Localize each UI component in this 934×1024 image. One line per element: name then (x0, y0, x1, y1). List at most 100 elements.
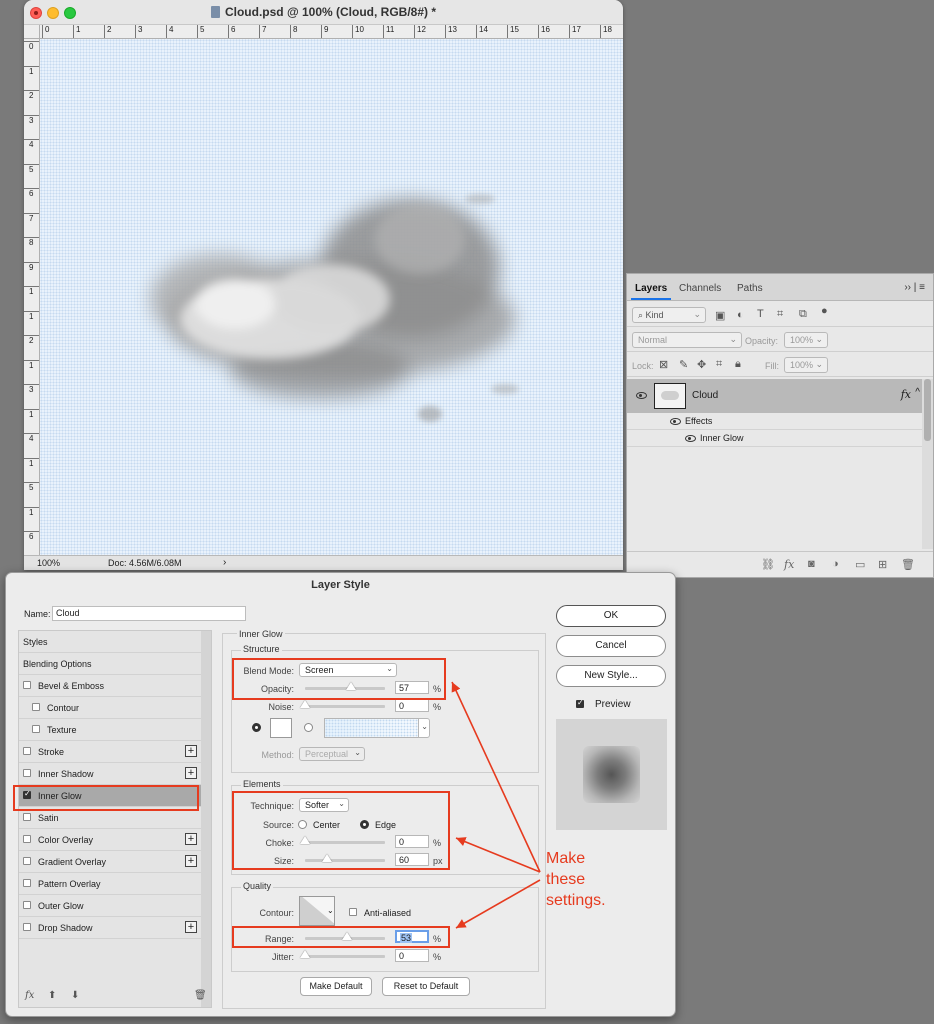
anti-aliased-checkbox[interactable] (349, 908, 357, 916)
drop-shadow-checkbox[interactable] (23, 923, 31, 931)
pixel-filter-icon[interactable]: ▣ (715, 309, 725, 322)
color-overlay-checkbox[interactable] (23, 835, 31, 843)
blending-options-item[interactable]: Blending Options (19, 653, 201, 675)
bevel-emboss-checkbox[interactable] (23, 681, 31, 689)
styles-header[interactable]: Styles (19, 631, 201, 653)
layer-thumbnail[interactable] (654, 383, 686, 409)
mask-icon[interactable]: ◙ (808, 558, 815, 570)
layer-opacity-input[interactable]: 100% ⌄ (784, 332, 828, 348)
shape-filter-icon[interactable]: ⌗ (777, 308, 783, 321)
lock-all-icon[interactable]: 🔒︎ (735, 358, 741, 371)
noise-slider-thumb[interactable] (300, 700, 310, 708)
delete-effect-icon[interactable]: 🗑 (194, 990, 207, 1001)
lock-image-icon[interactable]: ✎ (679, 358, 688, 371)
image-canvas[interactable] (40, 39, 623, 555)
style-item-drop-shadow[interactable]: Drop Shadow + (19, 917, 201, 939)
satin-checkbox[interactable] (23, 813, 31, 821)
gradient-dropdown[interactable]: ⌄ (418, 718, 430, 738)
folder-icon[interactable]: ▭ (855, 558, 865, 571)
layer-row-cloud[interactable]: Cloud fx ^ (627, 379, 923, 413)
contour-checkbox[interactable] (32, 703, 40, 711)
ruler-origin[interactable] (24, 25, 40, 39)
effects-visibility-eye-icon[interactable] (670, 418, 681, 425)
ruler-vertical[interactable]: 0 1 2 3 4 5 6 7 8 9 1 1 2 1 3 1 4 1 5 1 6 (24, 39, 40, 555)
gradient-radio[interactable] (304, 723, 313, 732)
style-item-contour[interactable]: Contour (19, 697, 201, 719)
fx-menu-icon[interactable]: fx (25, 990, 34, 1001)
title-bar[interactable]: Cloud.psd @ 100% (Cloud, RGB/8#) * (24, 0, 623, 25)
move-up-icon[interactable]: ⬆ (48, 990, 56, 1001)
layers-scrollbar[interactable] (922, 379, 933, 549)
layer-blend-mode-select[interactable]: Normal ⌄ (632, 332, 742, 348)
style-item-gradient-overlay[interactable]: Gradient Overlay + (19, 851, 201, 873)
method-select[interactable]: Perceptual ⌄ (299, 747, 365, 761)
adjustment-icon[interactable]: ◑ (832, 558, 839, 570)
style-item-stroke[interactable]: Stroke + (19, 741, 201, 763)
add-gradient-overlay-button[interactable]: + (185, 855, 197, 867)
add-drop-shadow-button[interactable]: + (185, 921, 197, 933)
tab-paths[interactable]: Paths (737, 283, 763, 294)
panel-menu-icon[interactable]: ›› | ≡ (904, 282, 925, 293)
zoom-level[interactable]: 100% (37, 558, 60, 568)
fx-icon[interactable]: fx (784, 558, 794, 571)
jitter-slider[interactable] (300, 950, 385, 958)
inner-glow-effect-row[interactable]: Inner Glow (627, 430, 923, 447)
contour-dropdown-icon[interactable]: ⌄ (327, 906, 334, 915)
kind-filter-select[interactable]: ⌕ Kind ⌄ (632, 307, 706, 323)
add-inner-shadow-button[interactable]: + (185, 767, 197, 779)
noise-slider[interactable] (300, 700, 385, 708)
trash-icon[interactable]: 🗑︎ (901, 558, 915, 571)
collapse-effects-icon[interactable]: ^ (915, 387, 920, 398)
styles-list-scrollbar[interactable] (201, 631, 211, 1007)
cancel-button[interactable]: Cancel (556, 635, 666, 657)
pattern-overlay-checkbox[interactable] (23, 879, 31, 887)
lock-position-icon[interactable]: ✥ (697, 358, 706, 371)
inner-shadow-checkbox[interactable] (23, 769, 31, 777)
stroke-checkbox[interactable] (23, 747, 31, 755)
ruler-horizontal[interactable]: 0 1 2 3 4 5 6 7 8 9 10 11 12 13 14 15 16 17 18 (40, 25, 623, 39)
inner-glow-visibility-eye-icon[interactable] (685, 435, 696, 442)
solid-color-radio[interactable] (252, 723, 261, 732)
smart-object-filter-icon[interactable]: ⧉ (799, 308, 807, 321)
layers-scrollbar-thumb[interactable] (924, 379, 931, 441)
status-menu-arrow[interactable]: › (223, 557, 226, 568)
new-layer-icon[interactable]: ⊞ (878, 558, 887, 571)
tab-layers[interactable]: Layers (635, 283, 667, 294)
style-item-inner-shadow[interactable]: Inner Shadow + (19, 763, 201, 785)
lock-transparent-icon[interactable]: ⊠ (659, 358, 668, 371)
tab-channels[interactable]: Channels (679, 283, 721, 294)
reset-to-default-button[interactable]: Reset to Default (382, 977, 470, 996)
jitter-slider-thumb[interactable] (300, 950, 310, 958)
style-item-pattern-overlay[interactable]: Pattern Overlay (19, 873, 201, 895)
style-item-bevel-emboss[interactable]: Bevel & Emboss (19, 675, 201, 697)
gradient-overlay-checkbox[interactable] (23, 857, 31, 865)
move-down-icon[interactable]: ⬇ (71, 990, 79, 1001)
effects-row[interactable]: Effects (627, 413, 923, 430)
link-icon[interactable]: ⛓ (761, 558, 775, 571)
new-style-button[interactable]: New Style... (556, 665, 666, 687)
jitter-input[interactable]: 0 (395, 949, 429, 962)
type-filter-icon[interactable]: T (757, 308, 764, 320)
outer-glow-checkbox[interactable] (23, 901, 31, 909)
layer-name[interactable]: Cloud (692, 390, 718, 401)
style-name-input[interactable]: Cloud (52, 606, 246, 621)
adjustment-filter-icon[interactable]: ◐ (737, 309, 744, 321)
glow-gradient-picker[interactable] (324, 718, 420, 738)
fx-icon[interactable]: fx (901, 388, 911, 401)
style-item-color-overlay[interactable]: Color Overlay + (19, 829, 201, 851)
glow-color-swatch[interactable] (270, 718, 292, 738)
ok-button[interactable]: OK (556, 605, 666, 627)
style-item-outer-glow[interactable]: Outer Glow (19, 895, 201, 917)
texture-checkbox[interactable] (32, 725, 40, 733)
add-color-overlay-button[interactable]: + (185, 833, 197, 845)
preview-checkbox[interactable] (576, 698, 584, 708)
add-stroke-button[interactable]: + (185, 745, 197, 757)
layer-fill-value: 100% (790, 360, 814, 370)
noise-input[interactable]: 0 (395, 699, 429, 712)
layer-fill-input[interactable]: 100% ⌄ (784, 357, 828, 373)
lock-artboard-icon[interactable]: ⌗ (716, 358, 722, 371)
style-item-texture[interactable]: Texture (19, 719, 201, 741)
make-default-button[interactable]: Make Default (300, 977, 372, 996)
visibility-eye-icon[interactable] (636, 392, 647, 399)
filter-toggle-icon[interactable]: ● (821, 305, 828, 317)
